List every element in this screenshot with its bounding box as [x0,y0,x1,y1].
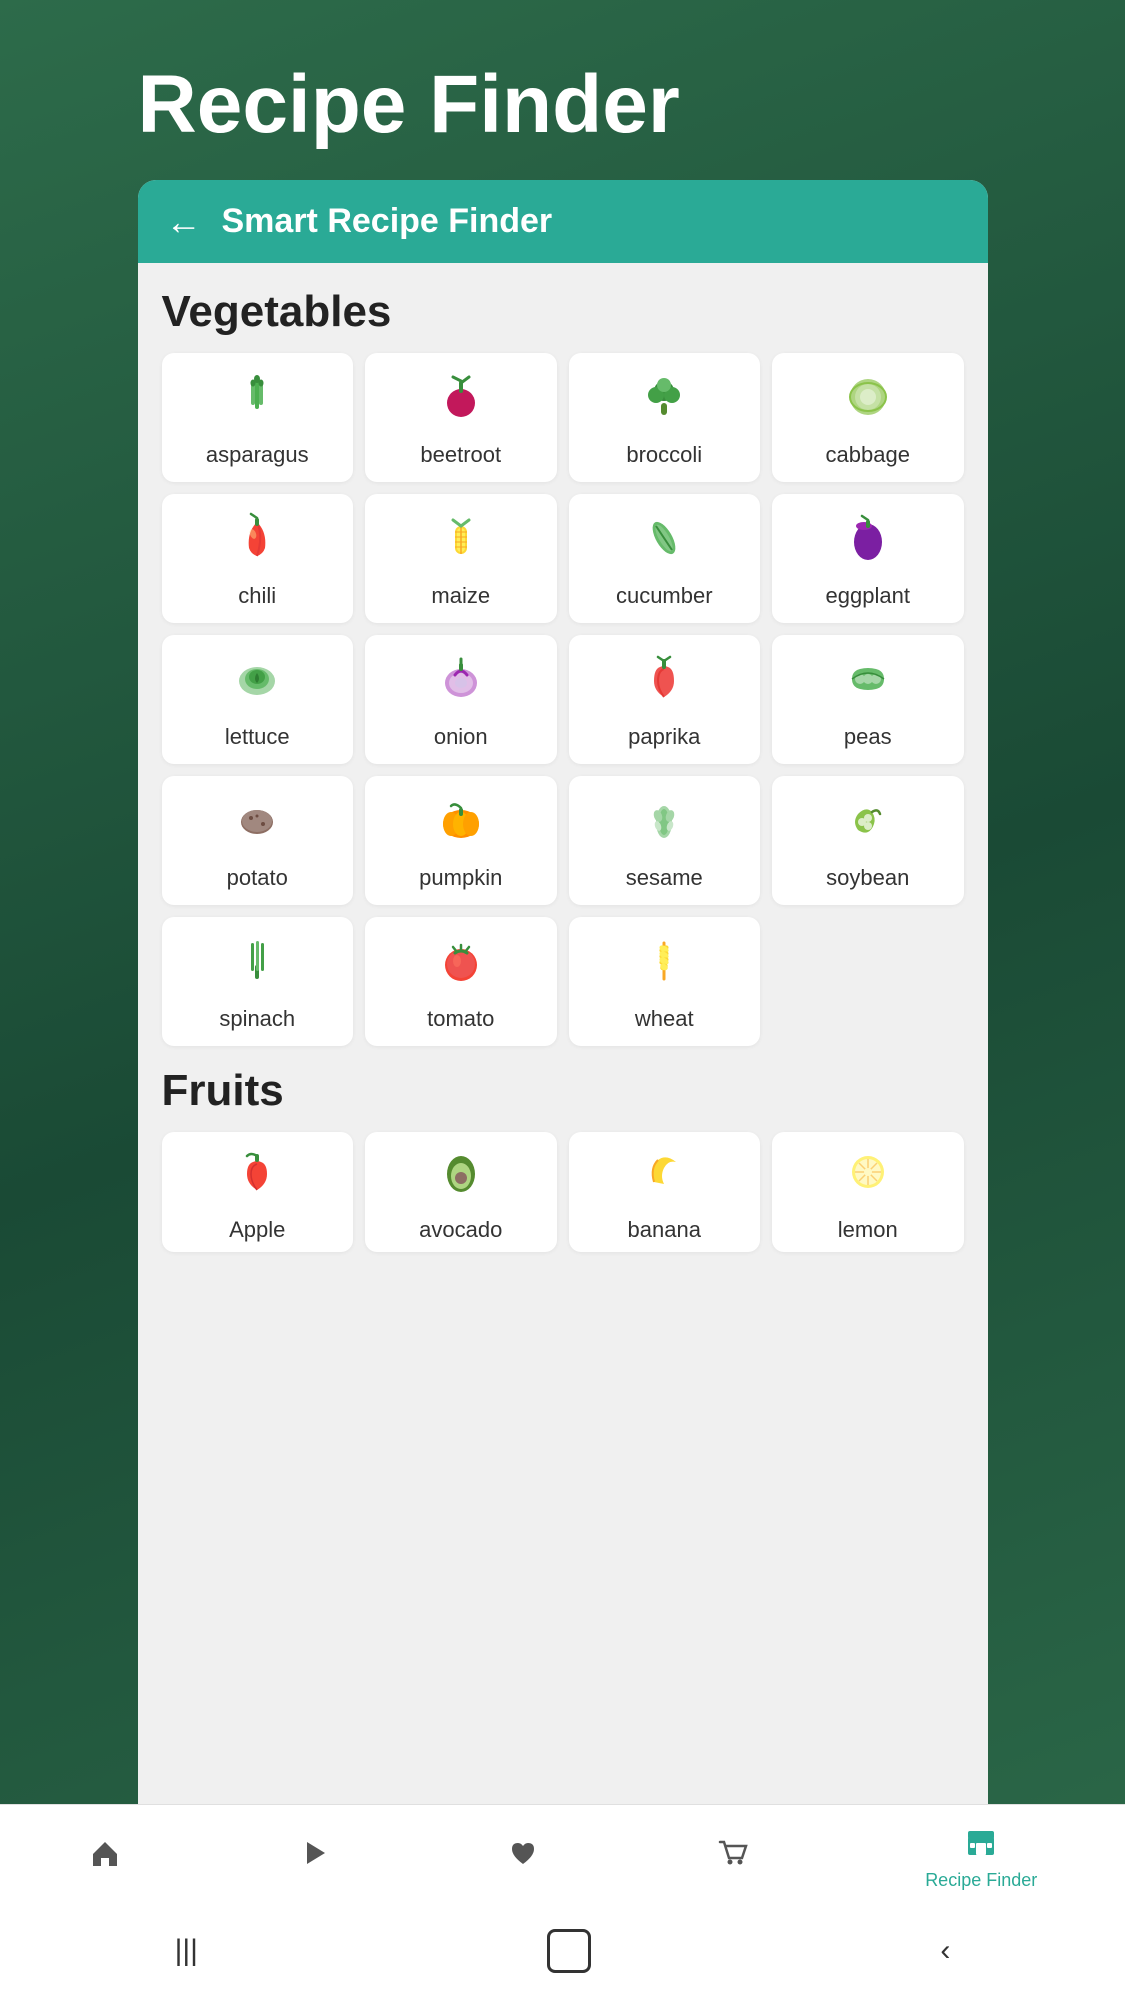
item-paprika[interactable]: paprika [569,635,761,764]
item-banana[interactable]: banana [569,1132,761,1252]
nav-home[interactable] [88,1836,122,1879]
play-icon [297,1836,331,1879]
card-body: Vegetables asparagus [138,263,988,2001]
nav-heart[interactable] [506,1836,540,1879]
item-lemon[interactable]: lemon [772,1132,964,1252]
store-icon [964,1823,998,1866]
wheat-icon [638,935,690,996]
app-title: Recipe Finder [138,0,988,180]
paprika-label: paprika [628,724,700,750]
paprika-icon [638,653,690,714]
apple-icon [231,1146,283,1207]
item-sesame[interactable]: sesame [569,776,761,905]
bottom-nav: Recipe Finder [0,1804,1125,1901]
item-asparagus[interactable]: asparagus [162,353,354,482]
eggplant-label: eggplant [826,583,910,609]
nav-play[interactable] [297,1836,331,1879]
soybean-icon [842,794,894,855]
lemon-label: lemon [838,1217,898,1243]
sesame-icon [638,794,690,855]
fruits-section-title: Fruits [162,1066,964,1116]
tomato-icon [435,935,487,996]
avocado-label: avocado [419,1217,502,1243]
item-spinach[interactable]: spinach [162,917,354,1046]
item-cucumber[interactable]: cucumber [569,494,761,623]
peas-icon [842,653,894,714]
onion-label: onion [434,724,488,750]
asparagus-icon [231,371,283,432]
item-avocado[interactable]: avocado [365,1132,557,1252]
soybean-label: soybean [826,865,909,891]
banana-label: banana [628,1217,701,1243]
main-card: ← Smart Recipe Finder Vegetables [138,180,988,2001]
nav-cart[interactable] [716,1836,750,1879]
item-onion[interactable]: onion [365,635,557,764]
lettuce-label: lettuce [225,724,290,750]
beetroot-icon [435,371,487,432]
nav-recipe-finder[interactable]: Recipe Finder [925,1823,1037,1891]
asparagus-label: asparagus [206,442,309,468]
sesame-label: sesame [626,865,703,891]
fruits-grid: Apple avocado [162,1132,964,1252]
potato-label: potato [227,865,288,891]
item-beetroot[interactable]: beetroot [365,353,557,482]
item-pumpkin[interactable]: pumpkin [365,776,557,905]
cucumber-icon [638,512,690,573]
item-potato[interactable]: potato [162,776,354,905]
avocado-icon [435,1146,487,1207]
cabbage-label: cabbage [826,442,910,468]
pumpkin-icon [435,794,487,855]
item-lettuce[interactable]: lettuce [162,635,354,764]
item-wheat[interactable]: wheat [569,917,761,1046]
tomato-label: tomato [427,1006,494,1032]
broccoli-icon [638,371,690,432]
sys-recent-icon[interactable]: ‹ [940,1934,950,1968]
item-peas[interactable]: peas [772,635,964,764]
broccoli-label: broccoli [626,442,702,468]
vegetables-section-title: Vegetables [162,287,964,337]
apple-label: Apple [229,1217,285,1243]
item-soybean[interactable]: soybean [772,776,964,905]
eggplant-icon [842,512,894,573]
peas-label: peas [844,724,892,750]
sys-home-button[interactable] [547,1929,591,1973]
cucumber-label: cucumber [616,583,713,609]
system-bar: ||| ‹ [0,1901,1125,2001]
recipe-finder-nav-label: Recipe Finder [925,1870,1037,1891]
item-maize[interactable]: maize [365,494,557,623]
onion-icon [435,653,487,714]
banana-icon [638,1146,690,1207]
item-eggplant[interactable]: eggplant [772,494,964,623]
wheat-label: wheat [635,1006,694,1032]
heart-icon [506,1836,540,1879]
card-header-title: Smart Recipe Finder [222,202,553,241]
item-chili[interactable]: chili [162,494,354,623]
vegetables-grid: asparagus beetroot [162,353,964,1046]
spinach-label: spinach [219,1006,295,1032]
chili-label: chili [238,583,276,609]
lemon-icon [842,1146,894,1207]
pumpkin-label: pumpkin [419,865,502,891]
card-header: ← Smart Recipe Finder [138,180,988,263]
cart-icon [716,1836,750,1879]
back-button[interactable]: ← [166,204,202,240]
home-icon [88,1836,122,1879]
empty-slot [772,917,964,1046]
spinach-icon [231,935,283,996]
cabbage-icon [842,371,894,432]
maize-icon [435,512,487,573]
beetroot-label: beetroot [420,442,501,468]
maize-label: maize [431,583,490,609]
potato-icon [231,794,283,855]
lettuce-icon [231,653,283,714]
item-broccoli[interactable]: broccoli [569,353,761,482]
sys-back-icon[interactable]: ||| [175,1934,198,1968]
item-apple[interactable]: Apple [162,1132,354,1252]
item-tomato[interactable]: tomato [365,917,557,1046]
chili-icon [231,512,283,573]
item-cabbage[interactable]: cabbage [772,353,964,482]
